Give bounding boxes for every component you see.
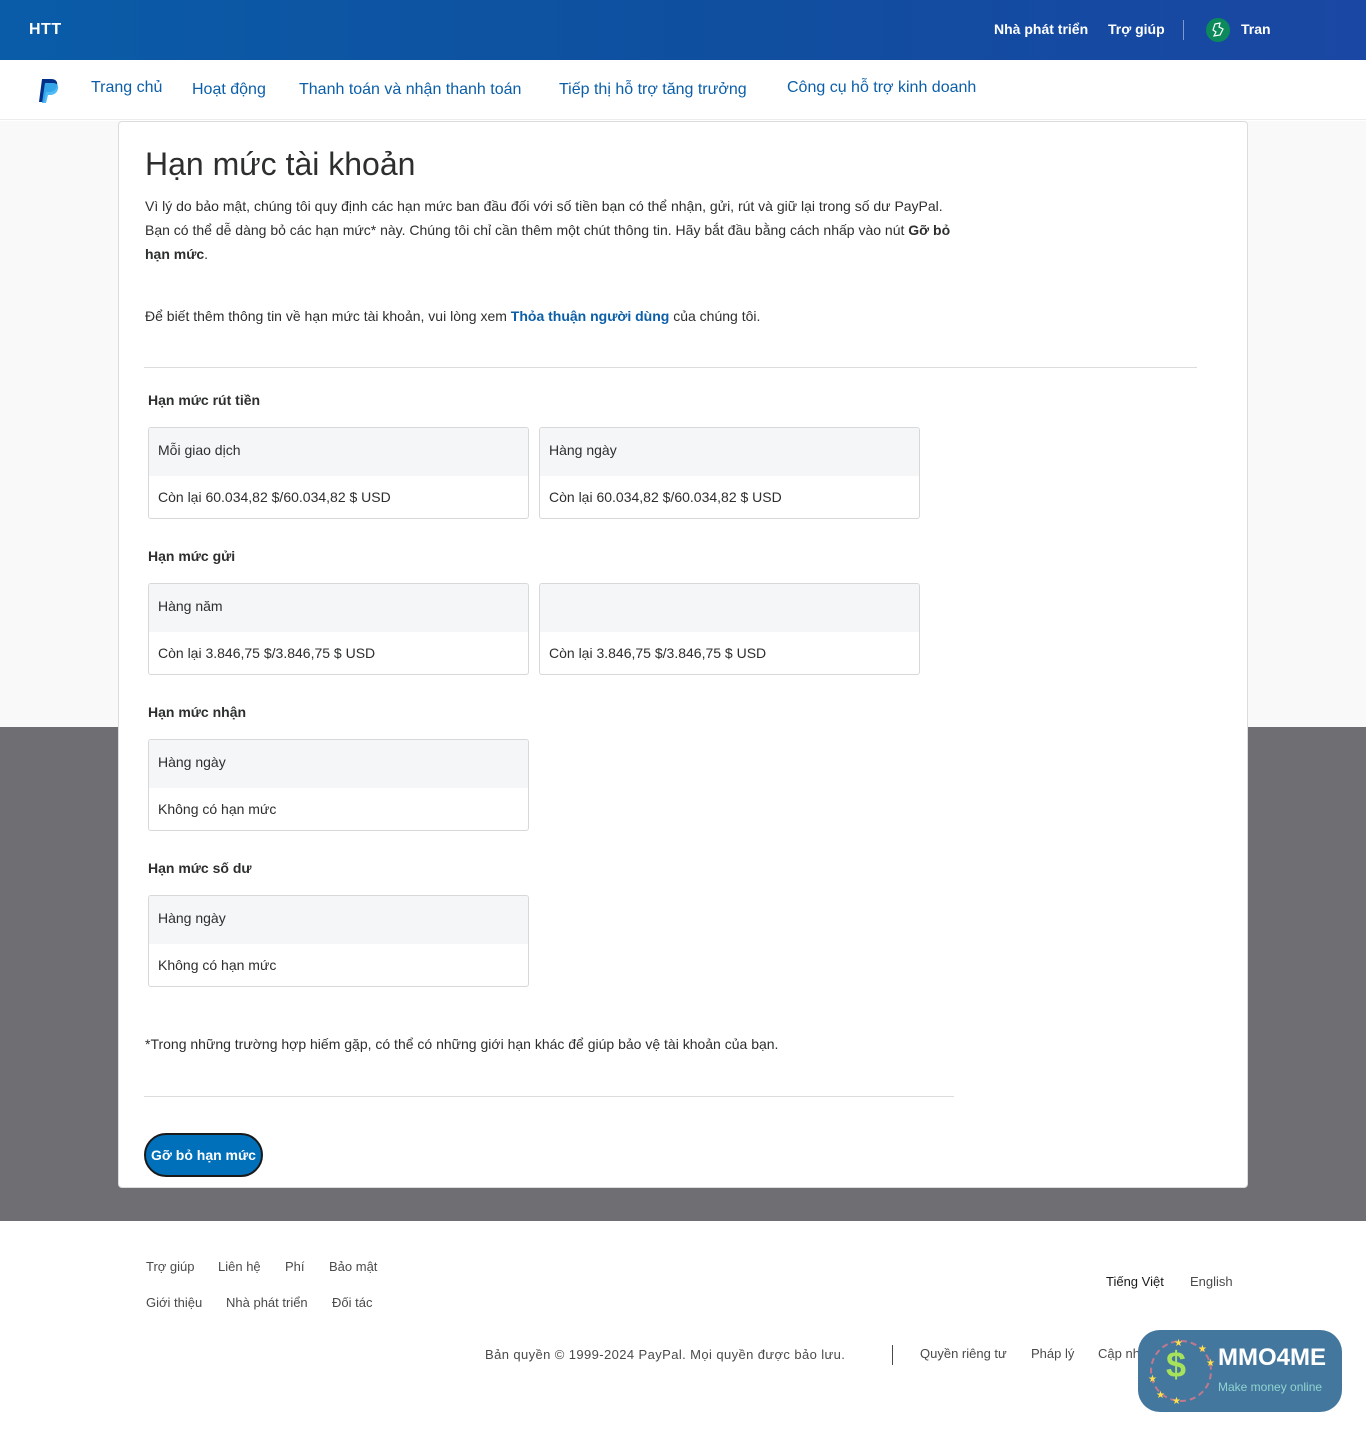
limit-period: Mỗi giao dịch	[149, 428, 528, 476]
limit-period: Hàng ngày	[149, 896, 528, 944]
footer-link-partners[interactable]: Đối tác	[332, 1295, 372, 1310]
balance-limits-heading: Hạn mức số dư	[148, 860, 252, 876]
footer-link-developers[interactable]: Nhà phát triển	[226, 1295, 308, 1310]
limit-box: Hàng năm Còn lại 3.846,75 $/3.846,75 $ U…	[148, 583, 529, 675]
sending-limits-heading: Hạn mức gửi	[148, 548, 236, 564]
limit-value: Còn lại 3.846,75 $/3.846,75 $ USD	[158, 645, 376, 661]
main-nav: Trang chủ Hoạt động Thanh toán và nhận t…	[0, 60, 1366, 120]
footer-link-help[interactable]: Trợ giúp	[146, 1259, 195, 1274]
top-bar: HTT Nhà phát triển Trợ giúp Tran	[0, 0, 1366, 60]
limit-value: Còn lại 60.034,82 $/60.034,82 $ USD	[549, 489, 782, 505]
watermark-tagline: Make money online	[1218, 1380, 1323, 1394]
limit-period	[540, 584, 919, 632]
business-name: HTT	[29, 21, 62, 38]
nav-home[interactable]: Trang chủ	[91, 79, 162, 97]
watermark-name: MMO4ME	[1218, 1344, 1326, 1371]
star-icon: ★	[1172, 1396, 1181, 1407]
footer-link-security[interactable]: Bảo mật	[329, 1259, 377, 1274]
profile-avatar-icon[interactable]	[1206, 18, 1230, 42]
nav-business-tools[interactable]: Công cụ hỗ trợ kinh doanh	[787, 79, 976, 97]
dollar-icon: $	[1166, 1344, 1187, 1385]
receiving-limits-heading: Hạn mức nhận	[148, 704, 247, 720]
footer-link-about[interactable]: Giới thiệu	[146, 1295, 202, 1310]
limit-value: Còn lại 60.034,82 $/60.034,82 $ USD	[158, 489, 391, 505]
help-link[interactable]: Trợ giúp	[1108, 21, 1165, 37]
nav-marketing[interactable]: Tiếp thị hỗ trợ tăng trưởng	[559, 81, 747, 99]
footer-link-legal[interactable]: Pháp lý	[1031, 1346, 1074, 1361]
footer-link-contact[interactable]: Liên hệ	[218, 1259, 261, 1274]
copyright-text: Bản quyền © 1999-2024 PayPal. Mọi quyền …	[485, 1347, 846, 1362]
limit-period: Hàng ngày	[149, 740, 528, 788]
user-agreement-link[interactable]: Thỏa thuận người dùng	[511, 308, 670, 324]
mmo4me-watermark: ★ ★ ★ ★ ★ ★ $ MMO4ME Make money online	[1138, 1330, 1342, 1412]
language-english[interactable]: English	[1190, 1274, 1233, 1289]
limit-value: Không có hạn mức	[158, 957, 277, 973]
footer-link-fees[interactable]: Phí	[285, 1259, 305, 1274]
nav-payments[interactable]: Thanh toán và nhận thanh toán	[299, 81, 521, 99]
star-icon: ★	[1148, 1374, 1157, 1385]
language-vietnamese[interactable]: Tiếng Việt	[1106, 1274, 1164, 1289]
account-limits-card: Hạn mức tài khoản Vì lý do bảo mật, chún…	[118, 121, 1248, 1188]
intro-text: Vì lý do bảo mật, chúng tôi quy định các…	[145, 198, 951, 262]
limit-box: Mỗi giao dịch Còn lại 60.034,82 $/60.034…	[148, 427, 529, 519]
star-icon: ★	[1206, 1358, 1215, 1369]
limit-box: Hàng ngày Còn lại 60.034,82 $/60.034,82 …	[539, 427, 920, 519]
limit-box: Hàng ngày Không có hạn mức	[148, 739, 529, 831]
limit-period: Hàng ngày	[540, 428, 919, 476]
divider	[1183, 20, 1184, 40]
withdrawal-limits-heading: Hạn mức rút tiền	[148, 392, 261, 408]
divider	[892, 1345, 893, 1365]
paypal-logo-icon[interactable]	[38, 78, 60, 104]
remove-limits-button[interactable]: Gỡ bỏ hạn mức	[144, 1133, 263, 1177]
limit-value: Không có hạn mức	[158, 801, 277, 817]
divider	[144, 367, 1197, 368]
user-menu[interactable]: Tran	[1241, 21, 1271, 37]
limit-value: Còn lại 3.846,75 $/3.846,75 $ USD	[549, 645, 767, 661]
page-title: Hạn mức tài khoản	[145, 146, 416, 182]
nav-activity[interactable]: Hoạt động	[192, 81, 266, 99]
limit-box: Còn lại 3.846,75 $/3.846,75 $ USD	[539, 583, 920, 675]
star-icon: ★	[1198, 1344, 1207, 1355]
footnote: *Trong những trường hợp hiếm gặp, có thể…	[145, 1036, 779, 1052]
limit-period: Hàng năm	[149, 584, 528, 632]
divider	[144, 1096, 954, 1097]
more-info-text: Để biết thêm thông tin về hạn mức tài kh…	[145, 308, 761, 324]
star-icon: ★	[1156, 1390, 1165, 1401]
developer-link[interactable]: Nhà phát triển	[994, 21, 1088, 37]
footer-link-privacy[interactable]: Quyền riêng tư	[920, 1346, 1007, 1361]
limit-box: Hàng ngày Không có hạn mức	[148, 895, 529, 987]
